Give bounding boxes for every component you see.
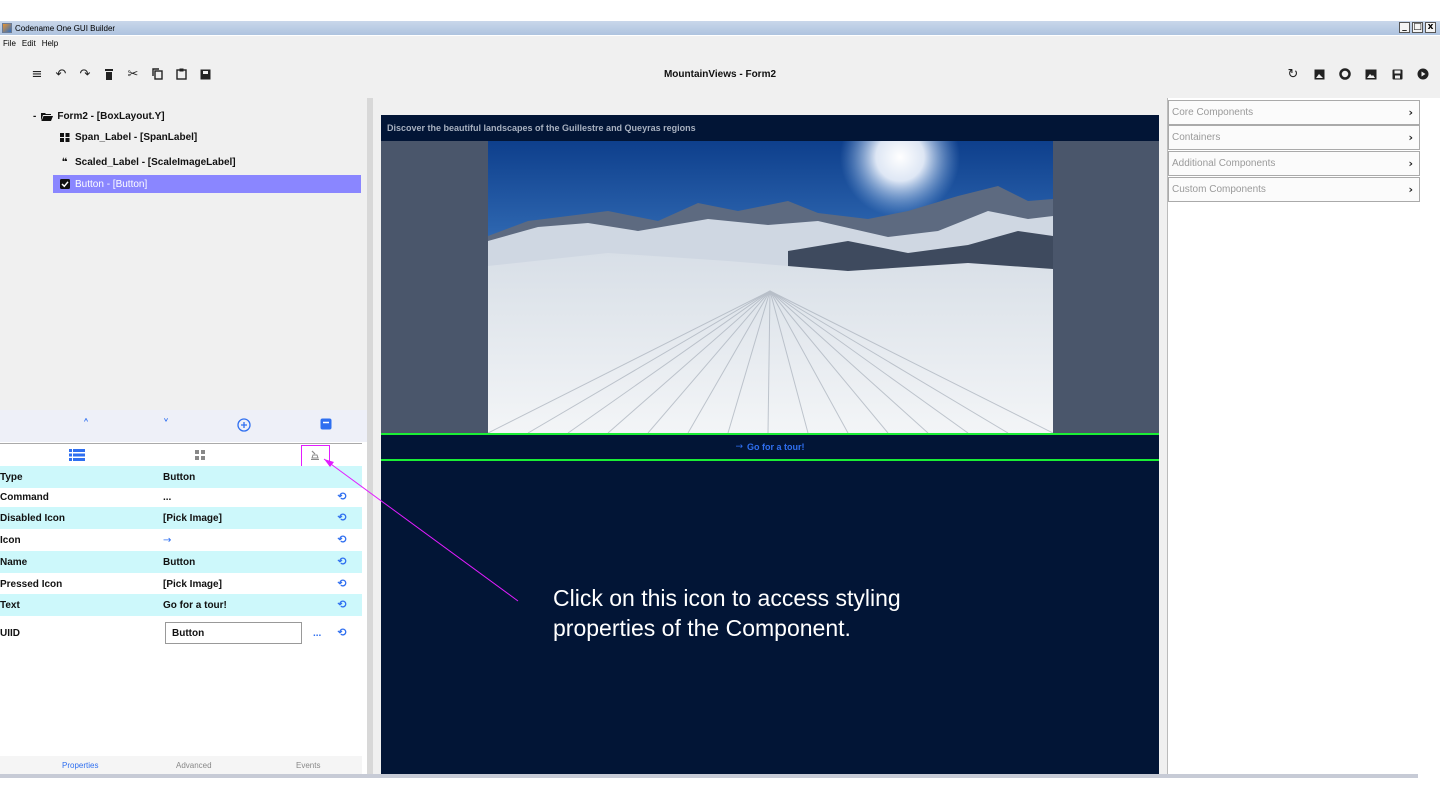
title-bar: Codename One GUI Builder _ □ x (0, 21, 1440, 35)
scaled-image-label[interactable] (381, 141, 1159, 433)
window-controls: _ □ x (1399, 22, 1436, 33)
tree-item-span-label[interactable]: Span_Label - [SpanLabel] (58, 128, 197, 146)
delete-component-icon[interactable] (318, 418, 334, 434)
tree-item-button[interactable]: Button - [Button] (53, 175, 361, 193)
taskbar-strip (0, 774, 1418, 778)
palette-containers[interactable]: Containers › (1168, 125, 1420, 150)
tree-controls: ˄ ˅ (0, 410, 370, 442)
move-down-icon[interactable]: ˅ (158, 418, 174, 434)
span-label[interactable]: Discover the beautiful landscapes of the… (387, 123, 696, 133)
form-title: MountainViews - Form2 (663, 69, 777, 80)
property-key: UIID (0, 627, 20, 639)
gui-builder-window: Codename One GUI Builder _ □ x File Edit… (0, 0, 1440, 800)
chevron-right-icon: › (1408, 183, 1413, 196)
property-key: Text (0, 599, 20, 611)
property-key: Command (0, 491, 49, 503)
property-value: Button (163, 471, 196, 483)
tree-item-form2[interactable]: - Form2 - [BoxLayout.Y] (33, 107, 165, 125)
chevron-right-icon: › (1408, 106, 1413, 119)
property-key: Icon (0, 534, 21, 546)
property-row-icon[interactable]: Icon → ⟲ (0, 529, 362, 551)
tree-item-scaled-label[interactable]: ❝ Scaled_Label - [ScaleImageLabel] (58, 153, 236, 171)
component-palette: Core Components › Containers › Additiona… (1167, 98, 1440, 774)
callout-arrow (323, 458, 519, 602)
mountain-photo (488, 141, 1053, 433)
list-view-icon[interactable] (62, 447, 92, 463)
folder-open-icon (40, 111, 53, 121)
quote-icon: ❝ (61, 156, 68, 168)
grid-view-icon[interactable] (185, 447, 215, 463)
property-row-name[interactable]: Name Button ⟲ (0, 551, 362, 573)
callout-text: Click on this icon to access styling pro… (553, 585, 901, 641)
minimize-button[interactable]: _ (1399, 22, 1410, 33)
tree-item-label: Button - [Button] (75, 178, 148, 190)
checkbox-icon (58, 179, 71, 189)
property-key: Pressed Icon (0, 578, 63, 590)
property-row-text[interactable]: Text Go for a tour! ⟲ (0, 594, 362, 616)
move-up-icon[interactable]: ˄ (78, 418, 94, 434)
property-value[interactable]: Go for a tour! (163, 600, 227, 611)
uiid-field[interactable]: Button (165, 622, 302, 644)
image-icon[interactable] (1312, 67, 1326, 81)
component-tree: - Form2 - [BoxLayout.Y] Span_Label - [Sp… (0, 98, 370, 410)
toolbar: ≡ ↶ ↷ ✂ MountainViews - Form2 ↻ (0, 50, 1440, 98)
property-key: Disabled Icon (0, 512, 66, 524)
refresh-icon[interactable]: ↻ (1286, 67, 1300, 82)
chevron-right-icon: › (1408, 131, 1413, 144)
property-value[interactable]: [Pick Image] (163, 579, 222, 590)
add-circle-icon[interactable] (236, 418, 252, 434)
uiid-more-button[interactable]: ... (313, 628, 321, 639)
tab-properties[interactable]: Properties (62, 761, 98, 770)
menu-bar: File Edit Help (0, 36, 1440, 50)
property-key: Type (0, 471, 23, 483)
property-row-disabled-icon[interactable]: Disabled Icon [Pick Image] ⟲ (0, 507, 362, 529)
maximize-button[interactable]: □ (1412, 22, 1423, 33)
circle-icon[interactable] (1338, 67, 1352, 81)
window-title: Codename One GUI Builder (15, 23, 116, 33)
menu-file[interactable]: File (3, 39, 16, 48)
button-label: Go for a tour! (747, 442, 805, 452)
play-icon[interactable] (1416, 67, 1430, 81)
arrow-right-icon[interactable]: → (163, 535, 171, 546)
tree-item-label: Scaled_Label - [ScaleImageLabel] (75, 156, 236, 168)
grid-icon (58, 132, 71, 142)
form-canvas: Discover the beautiful landscapes of the… (381, 115, 1159, 774)
tab-advanced[interactable]: Advanced (176, 761, 212, 770)
palette-section-label: Additional Components (1172, 158, 1276, 169)
property-value[interactable]: Button (163, 557, 195, 568)
floppy-icon[interactable] (1390, 67, 1404, 81)
close-button[interactable]: x (1425, 22, 1436, 33)
menu-edit[interactable]: Edit (22, 39, 36, 48)
tree-item-label: Span_Label - [SpanLabel] (75, 131, 198, 143)
property-key: Name (0, 556, 28, 568)
property-row-type: Type Button (0, 466, 362, 488)
properties-table: Type Button Command ... ⟲ Disabled Icon … (0, 466, 362, 756)
palette-additional-components[interactable]: Additional Components › (1168, 151, 1420, 176)
palette-section-label: Core Components (1172, 107, 1254, 118)
tab-events[interactable]: Events (296, 761, 320, 770)
tree-toggle[interactable]: - (33, 111, 36, 122)
palette-custom-components[interactable]: Custom Components › (1168, 177, 1420, 202)
taskbar (0, 774, 1440, 800)
palette-section-label: Containers (1172, 132, 1221, 143)
palette-section-label: Custom Components (1172, 184, 1266, 195)
chevron-right-icon: › (1408, 157, 1413, 170)
menu-help[interactable]: Help (42, 39, 58, 48)
property-value[interactable]: ... (163, 492, 171, 503)
app-icon (2, 23, 12, 33)
property-row-command[interactable]: Command ... ⟲ (0, 486, 362, 508)
reset-icon[interactable]: ⟲ (336, 627, 348, 639)
bottom-tabs: Properties Advanced Events (0, 756, 362, 774)
property-row-uiid: UIID Button ... ⟲ (0, 622, 362, 644)
arrow-right-icon: → (735, 442, 744, 452)
image-alt-icon[interactable] (1364, 67, 1378, 81)
toolbar-right-group: ↻ (1286, 67, 1430, 82)
tree-item-label: Form2 - [BoxLayout.Y] (57, 110, 165, 122)
property-row-pressed-icon[interactable]: Pressed Icon [Pick Image] ⟲ (0, 573, 362, 595)
property-value[interactable]: [Pick Image] (163, 513, 222, 524)
palette-core-components[interactable]: Core Components › (1168, 100, 1420, 125)
